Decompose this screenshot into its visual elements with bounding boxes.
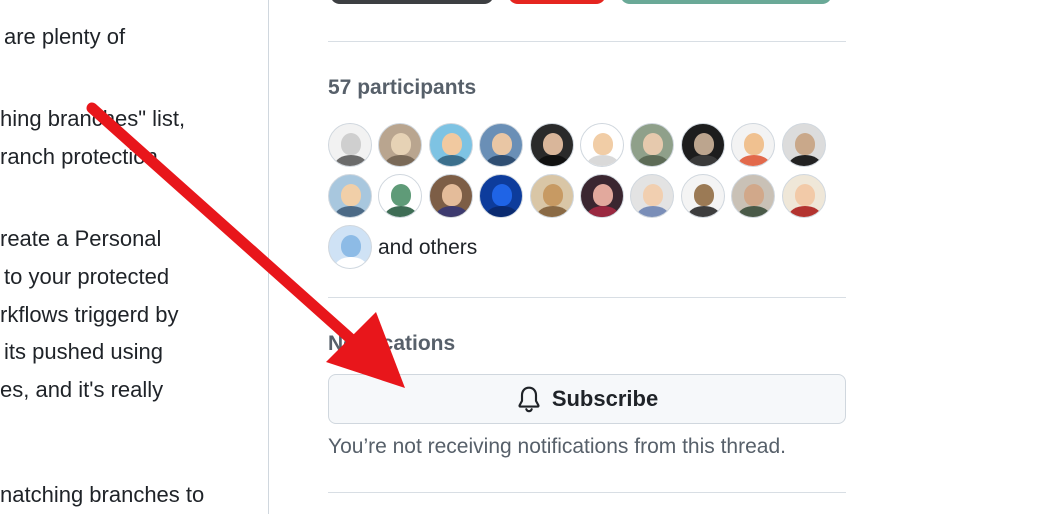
avatar-body (587, 206, 619, 217)
avatar-face (391, 133, 412, 155)
comment-line: to your protected (4, 264, 170, 289)
avatar-face (492, 184, 513, 206)
participant-avatar[interactable] (479, 123, 524, 167)
avatar-face (341, 184, 361, 206)
avatar-face (643, 184, 664, 206)
avatar-body (335, 155, 367, 166)
top-action-button-dark[interactable] (330, 0, 494, 4)
avatar-body (687, 206, 720, 217)
avatar-body (587, 155, 619, 166)
comment-line: hing branches" list, (0, 106, 186, 131)
participant-avatar[interactable] (580, 174, 624, 218)
avatar-body (738, 206, 771, 217)
participant-avatar[interactable] (529, 174, 574, 218)
avatar-body (536, 206, 569, 217)
avatar-face (441, 184, 462, 206)
avatar-body (788, 155, 821, 166)
avatar-body (687, 155, 720, 166)
comment-line: are plenty of (4, 24, 126, 49)
avatar-face (744, 184, 765, 206)
avatar-body (738, 155, 771, 166)
avatar-body (637, 155, 670, 166)
avatar-body (536, 155, 569, 166)
subscribe-label: Subscribe (551, 386, 659, 411)
participant-avatar[interactable] (781, 123, 826, 167)
participant-avatar[interactable] (580, 123, 624, 167)
top-action-button-red[interactable] (508, 0, 606, 4)
participant-avatar[interactable] (680, 174, 725, 218)
avatar-face (341, 133, 361, 155)
avatar-face (341, 235, 361, 257)
participant-avatar[interactable] (328, 225, 372, 269)
avatar-face (693, 133, 714, 155)
and-others-label: and others (378, 236, 478, 259)
sidebar: 57 participants and others Notifications… (328, 0, 846, 514)
top-action-button-teal[interactable] (620, 0, 832, 4)
avatar-face (643, 133, 664, 155)
bell-icon (518, 386, 540, 413)
avatar-body (335, 206, 367, 217)
avatar-face (542, 184, 563, 206)
participant-avatar[interactable] (630, 174, 675, 218)
participant-avatar[interactable] (378, 123, 423, 167)
comment-line: rkflows triggerd by (0, 302, 179, 327)
avatar-face (441, 133, 462, 155)
avatar-face (693, 184, 714, 206)
participant-avatar[interactable] (328, 174, 372, 218)
avatar-face (492, 133, 513, 155)
comment-line: ranch protection (0, 144, 158, 169)
avatar-face (593, 184, 613, 206)
notification-status-text: You’re not receiving notifications from … (328, 435, 786, 458)
avatar-body (486, 155, 519, 166)
participant-avatar[interactable] (428, 123, 473, 167)
participants-heading: 57 participants (328, 76, 477, 99)
avatar-face (391, 184, 412, 206)
participant-avatar[interactable] (328, 123, 372, 167)
avatar-body (385, 206, 418, 217)
avatar-body (435, 155, 468, 166)
participant-avatar[interactable] (781, 174, 826, 218)
avatar-body (385, 155, 418, 166)
section-divider (328, 297, 846, 298)
comment-line: es, and it's really (0, 377, 164, 402)
participant-avatar[interactable] (630, 123, 675, 167)
participant-avatar[interactable] (529, 123, 574, 167)
page: are plenty of hing branches" list, ranch… (0, 0, 1060, 514)
comment-line: natching branches to (0, 482, 205, 507)
avatar-face (593, 133, 613, 155)
avatar-face (744, 133, 765, 155)
section-divider (328, 492, 846, 493)
participant-avatar[interactable] (479, 174, 524, 218)
avatar-face (542, 133, 563, 155)
participant-avatar[interactable] (731, 123, 776, 167)
avatar-face (794, 184, 815, 206)
comment-body: are plenty of hing branches" list, ranch… (0, 0, 269, 514)
notifications-heading: Notifications (328, 332, 456, 355)
comment-line: its pushed using (4, 339, 163, 364)
avatar-face (794, 133, 815, 155)
avatar-body (788, 206, 821, 217)
comment-line: reate a Personal (0, 226, 162, 251)
section-divider (328, 41, 846, 42)
subscribe-button[interactable]: Subscribe (328, 374, 846, 424)
participant-avatar[interactable] (731, 174, 776, 218)
avatar-body (486, 206, 519, 217)
participant-avatar[interactable] (680, 123, 725, 167)
participant-avatar[interactable] (378, 174, 423, 218)
avatar-body (335, 257, 367, 268)
avatar-body (637, 206, 670, 217)
avatar-body (435, 206, 468, 217)
participant-avatar[interactable] (428, 174, 473, 218)
